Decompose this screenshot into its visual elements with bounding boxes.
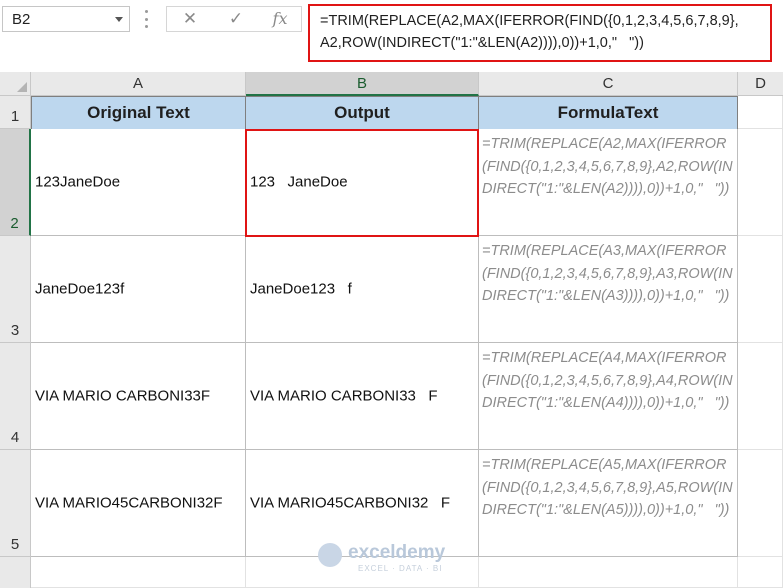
formula-input[interactable]: =TRIM(REPLACE(A2,MAX(IFERROR(FIND({0,1,2… xyxy=(308,4,772,62)
row-header-5[interactable]: 5 xyxy=(0,450,31,557)
cancel-icon[interactable]: ✕ xyxy=(175,7,205,31)
select-all-triangle-icon xyxy=(17,82,27,92)
row-header-4[interactable]: 4 xyxy=(0,343,31,450)
insert-function-icon[interactable]: fx xyxy=(265,7,295,31)
cell-d1[interactable] xyxy=(738,96,783,129)
header-cell-output[interactable]: Output xyxy=(245,96,479,130)
select-all-button[interactable] xyxy=(0,72,31,96)
formula-bar-area: B2 ✕ ✓ fx =TRIM(REPLACE(A2,MAX(IFERROR(F… xyxy=(0,0,783,72)
cell-d3[interactable] xyxy=(738,236,783,343)
cell-c4[interactable]: =TRIM(REPLACE(A4,MAX(IFERROR(FIND({0,1,2… xyxy=(479,343,738,450)
cell-a6[interactable] xyxy=(31,557,246,588)
row-header-1[interactable]: 1 xyxy=(0,96,31,129)
chevron-down-icon[interactable] xyxy=(115,17,123,22)
name-box[interactable]: B2 xyxy=(2,6,130,32)
cell-c6[interactable] xyxy=(479,557,738,588)
column-header-a[interactable]: A xyxy=(31,72,246,96)
cell-c2[interactable]: =TRIM(REPLACE(A2,MAX(IFERROR(FIND({0,1,2… xyxy=(479,129,738,236)
column-header-b[interactable]: B xyxy=(246,72,479,96)
cell-a3[interactable]: JaneDoe123f xyxy=(31,236,246,343)
cell-d6[interactable] xyxy=(738,557,783,588)
enter-check-icon[interactable]: ✓ xyxy=(221,7,251,31)
header-cell-formula-text[interactable]: FormulaText xyxy=(478,96,738,130)
cell-d4[interactable] xyxy=(738,343,783,450)
header-cell-original-text[interactable]: Original Text xyxy=(31,96,246,130)
name-box-value: B2 xyxy=(12,11,31,28)
watermark-name: exceldemy xyxy=(348,542,446,563)
vertical-dots-icon[interactable] xyxy=(145,10,149,28)
cell-a5[interactable]: VIA MARIO45CARBONI32F xyxy=(31,450,246,557)
row-header-6[interactable] xyxy=(0,557,31,588)
cell-b2[interactable]: 123 JaneDoe xyxy=(246,129,479,236)
cell-b4[interactable]: VIA MARIO CARBONI33 F xyxy=(246,343,479,450)
exceldemy-logo-icon xyxy=(318,543,342,567)
row-header-3[interactable]: 3 xyxy=(0,236,31,343)
worksheet-grid: A B C D 1 2 3 4 5 Original Text Output F… xyxy=(0,72,783,588)
cell-c3[interactable]: =TRIM(REPLACE(A3,MAX(IFERROR(FIND({0,1,2… xyxy=(479,236,738,343)
column-header-d[interactable]: D xyxy=(738,72,783,96)
cell-d2[interactable] xyxy=(738,129,783,236)
column-header-c[interactable]: C xyxy=(479,72,738,96)
cell-d5[interactable] xyxy=(738,450,783,557)
cell-a2[interactable]: 123JaneDoe xyxy=(31,129,246,236)
watermark-tagline: EXCEL · DATA · BI xyxy=(358,564,443,573)
cell-b3[interactable]: JaneDoe123 f xyxy=(246,236,479,343)
formula-input-text: =TRIM(REPLACE(A2,MAX(IFERROR(FIND({0,1,2… xyxy=(320,13,739,51)
cell-c5[interactable]: =TRIM(REPLACE(A5,MAX(IFERROR(FIND({0,1,2… xyxy=(479,450,738,557)
exceldemy-watermark: exceldemy EXCEL · DATA · BI xyxy=(318,540,468,576)
formula-bar-buttons: ✕ ✓ fx xyxy=(166,6,302,32)
cell-a4[interactable]: VIA MARIO CARBONI33F xyxy=(31,343,246,450)
row-header-2[interactable]: 2 xyxy=(0,129,31,236)
